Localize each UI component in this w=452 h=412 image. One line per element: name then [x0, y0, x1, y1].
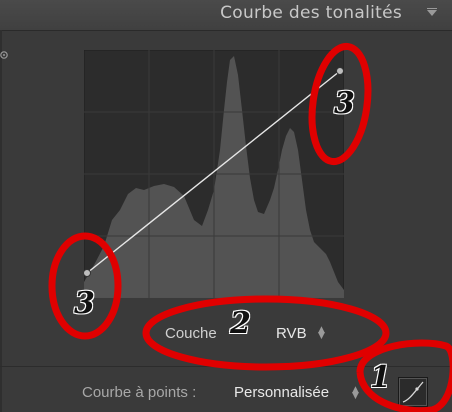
curve-point-bottom	[84, 269, 91, 277]
panel-header[interactable]: Courbe des tonalités	[0, 0, 452, 31]
annotation-number-3-top: 3	[334, 86, 355, 121]
channel-select[interactable]: RVB	[276, 325, 307, 342]
annotation-number-2: 2	[230, 306, 251, 341]
collapse-triangle-icon[interactable]	[426, 7, 438, 19]
annotation-number-1: 1	[370, 360, 391, 395]
tone-curve-graph[interactable]	[84, 50, 344, 298]
point-curve-label: Courbe à points :	[82, 384, 197, 401]
panel-title: Courbe des tonalités	[220, 3, 402, 23]
channel-label: Couche	[165, 325, 217, 342]
point-curve-icon	[402, 381, 424, 403]
point-curve-edit-button[interactable]	[398, 377, 428, 407]
channel-row[interactable]: Couche RVB ▲ ▼	[0, 318, 452, 348]
curve-point-top	[336, 67, 344, 75]
panel-left-edge	[0, 30, 2, 412]
annotation-number-3-bottom: 3	[74, 286, 95, 321]
point-curve-select[interactable]: Personnalisée	[234, 384, 329, 401]
targeted-adjustment-icon[interactable]	[0, 50, 10, 60]
channel-select-arrows-icon[interactable]: ▲ ▼	[318, 326, 325, 341]
point-curve-select-arrows-icon[interactable]: ▲ ▼	[352, 386, 359, 401]
